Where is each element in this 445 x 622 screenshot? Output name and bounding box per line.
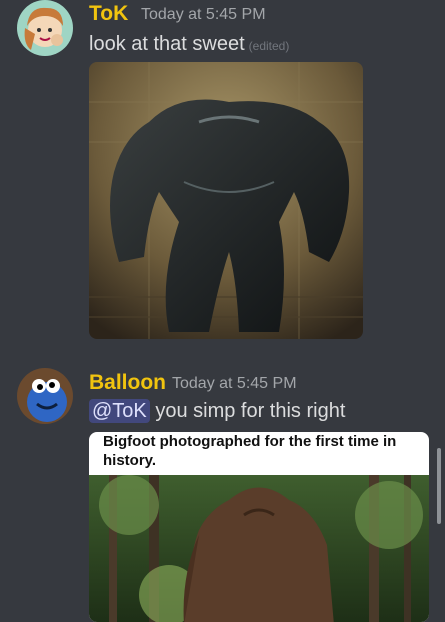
message-body: you simp for this right xyxy=(155,400,346,422)
scrollbar[interactable] xyxy=(437,448,441,524)
avatar[interactable] xyxy=(17,368,73,424)
message-text: look at that sweet (edited) xyxy=(89,33,289,56)
user-mention[interactable]: @ToK xyxy=(89,399,150,423)
timestamp: Today at 5:45 PM xyxy=(172,375,297,392)
author-name[interactable]: Balloon xyxy=(89,371,166,395)
image-embed[interactable]: Bigfoot photographed for the first time … xyxy=(89,432,429,622)
bigfoot-image xyxy=(89,475,429,622)
message-text: @ToK you simp for this right xyxy=(89,399,346,423)
avatar-balloon-icon xyxy=(17,368,73,424)
embed-caption: Bigfoot photographed for the first time … xyxy=(103,433,397,469)
message-body: look at that sweet xyxy=(89,33,245,55)
timestamp: Today at 5:45 PM xyxy=(141,6,266,23)
author-name[interactable]: ToK xyxy=(89,2,128,26)
image-attachment[interactable] xyxy=(89,62,363,339)
avatar[interactable] xyxy=(17,0,73,56)
edited-label: (edited) xyxy=(248,39,290,53)
avatar-tok-icon xyxy=(17,0,73,56)
monster-image xyxy=(89,62,363,339)
